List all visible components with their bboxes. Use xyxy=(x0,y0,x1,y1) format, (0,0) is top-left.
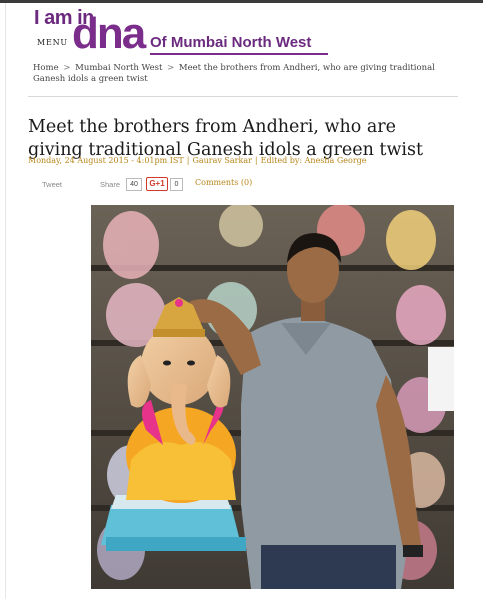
logo-mark: dna xyxy=(72,9,146,58)
article-date: Monday, 24 August 2015 - 4:01pm IST xyxy=(28,156,184,165)
comments-link[interactable]: Comments (0) xyxy=(195,178,252,187)
article-editor: Edited by: Anesha George xyxy=(260,156,367,165)
article-meta: Monday, 24 August 2015 - 4:01pm IST | Gaur… xyxy=(28,156,367,165)
gplus-button[interactable]: G+1 xyxy=(146,177,168,191)
menu-button[interactable]: MENU xyxy=(37,38,68,47)
breadcrumb: Home > Mumbai North West > Meet the brot… xyxy=(33,63,453,85)
logo-suffix: Of Mumbai North West xyxy=(150,34,312,51)
left-rule xyxy=(5,3,6,599)
article-photo xyxy=(91,205,454,589)
gplus-count: 0 xyxy=(170,178,183,191)
breadcrumb-separator: > xyxy=(63,63,71,73)
header-divider xyxy=(28,96,458,97)
breadcrumb-section[interactable]: Mumbai North West xyxy=(75,63,162,73)
facebook-share-button[interactable]: Share xyxy=(100,180,120,189)
top-border xyxy=(0,0,483,3)
facebook-share-count: 40 xyxy=(126,178,142,191)
breadcrumb-home[interactable]: Home xyxy=(33,63,59,73)
logo-underline xyxy=(150,53,328,55)
breadcrumb-separator: > xyxy=(167,63,175,73)
article-author[interactable]: Gaurav Sarkar xyxy=(192,156,251,165)
article-title: Meet the brothers from Andheri, who are … xyxy=(28,116,424,160)
tweet-button[interactable]: Tweet xyxy=(42,180,62,189)
